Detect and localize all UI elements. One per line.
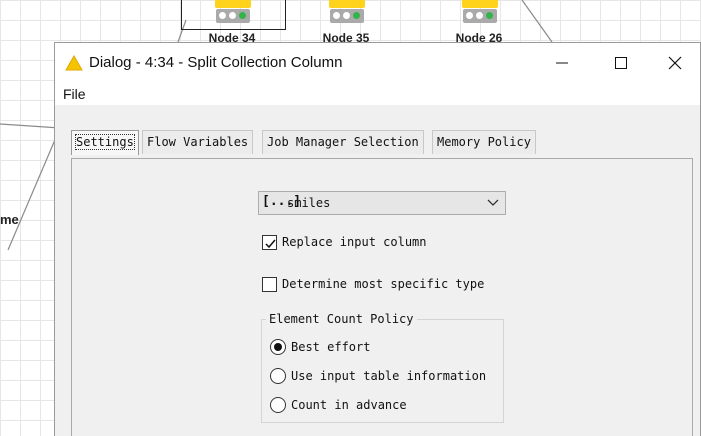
minimize-icon (556, 62, 568, 64)
checkbox-label: Replace input column (282, 235, 427, 249)
node-status-light (330, 9, 364, 23)
close-icon (668, 56, 682, 70)
settings-panel: [...] smiles Replace input column Determ… (71, 158, 693, 436)
radio-button[interactable] (270, 397, 286, 413)
element-count-policy-group: Element Count Policy Best effort Use inp… (261, 312, 504, 423)
radio-label: Use input table information (291, 369, 487, 383)
workflow-node[interactable]: Node 26 (439, 0, 519, 45)
dialog-content: Settings Flow Variables Job Manager Sele… (55, 105, 700, 436)
minimize-button[interactable] (533, 43, 591, 83)
radio-label: Best effort (291, 340, 371, 354)
menu-bar: File (55, 83, 700, 105)
node-icon (329, 0, 365, 8)
checkbox-unchecked[interactable] (262, 276, 277, 292)
node-icon (215, 0, 251, 8)
tab-memory-policy[interactable]: Memory Policy (432, 130, 536, 154)
dialog-title: Dialog - 4:34 - Split Collection Column (89, 54, 343, 71)
workflow-node[interactable]: Node 34 (181, 0, 286, 45)
chevron-down-icon (487, 199, 499, 206)
close-button[interactable] (649, 43, 701, 83)
partial-node-label: me (0, 212, 19, 227)
radio-count-in-advance[interactable]: Count in advance (270, 396, 407, 414)
radio-button[interactable] (270, 368, 286, 384)
radio-best-effort[interactable]: Best effort (270, 338, 370, 356)
column-selector[interactable]: [...] smiles (258, 191, 506, 215)
checkbox-label: Determine most specific type (282, 277, 485, 291)
replace-input-column-checkbox[interactable]: Replace input column (262, 233, 427, 251)
node-icon (462, 0, 498, 8)
group-legend: Element Count Policy (266, 312, 417, 326)
radio-use-input-table-information[interactable]: Use input table information (270, 367, 486, 385)
maximize-icon (615, 57, 627, 69)
warning-icon (65, 55, 83, 71)
title-bar[interactable]: Dialog - 4:34 - Split Collection Column (55, 43, 700, 83)
checkmark-icon (265, 239, 276, 248)
workflow-node[interactable]: Node 35 (306, 0, 386, 45)
tab-settings[interactable]: Settings (71, 130, 139, 155)
node-status-light (216, 9, 250, 23)
column-selector-value: smiles (287, 196, 331, 210)
determine-specific-type-checkbox[interactable]: Determine most specific type (262, 275, 484, 293)
tab-job-manager-selection[interactable]: Job Manager Selection (262, 130, 424, 154)
node-config-dialog: Dialog - 4:34 - Split Collection Column … (54, 42, 701, 436)
menu-file[interactable]: File (63, 86, 86, 102)
checkbox-checked[interactable] (262, 234, 277, 250)
tab-flow-variables[interactable]: Flow Variables (142, 130, 254, 154)
maximize-button[interactable] (591, 43, 649, 83)
node-status-light (463, 9, 497, 23)
radio-button-selected[interactable] (270, 339, 286, 355)
radio-label: Count in advance (291, 398, 407, 412)
